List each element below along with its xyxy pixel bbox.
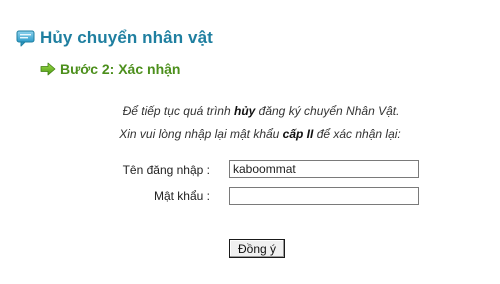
instruction-text: đăng ký chuyển Nhân Vật. [255,104,400,118]
instruction-emphasis: hủy [233,104,256,118]
page-title: Hủy chuyển nhân vật [40,28,213,47]
step-header: Bước 2: Xác nhận [40,59,180,79]
confirm-button[interactable]: Đồng ý [229,239,285,258]
green-arrow-icon [40,62,56,76]
instruction-text: để xác nhận lại: [313,127,401,141]
username-label: Tên đăng nhập : [122,163,210,177]
instruction-emphasis: cấp II [282,127,314,141]
instruction-text: Để tiếp tục quá trình [122,104,234,118]
instruction-line-1: Để tiếp tục quá trình hủy đăng ký chuyển… [0,104,500,118]
step-title: Bước 2: Xác nhận [60,61,181,77]
instruction-line-2: Xin vui lòng nhập lại mật khẩu cấp II để… [0,127,500,141]
instruction-text: Xin vui lòng nhập lại mật khẩu [119,127,283,141]
username-input[interactable] [229,160,419,178]
chat-bubble-icon [16,30,36,47]
page-header: Hủy chuyển nhân vật [16,26,213,50]
password-input[interactable] [229,187,419,205]
password-label: Mật khẩu : [153,189,210,203]
